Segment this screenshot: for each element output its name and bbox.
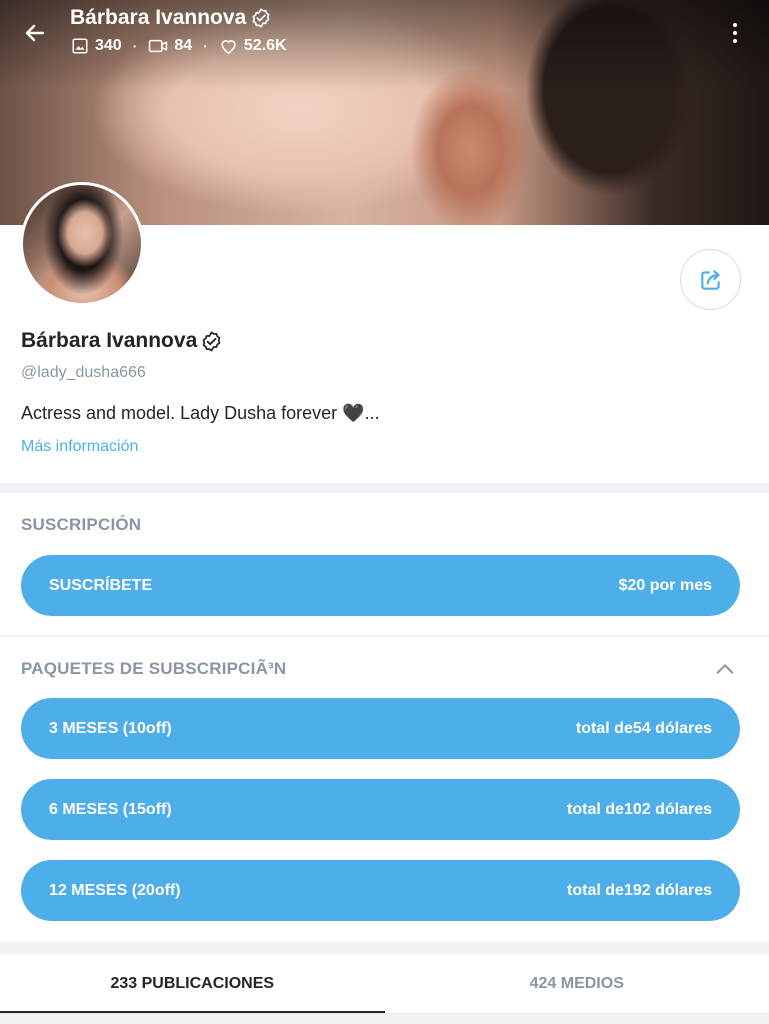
photos-stat: 340 bbox=[71, 37, 122, 55]
more-options-button[interactable] bbox=[725, 18, 745, 48]
more-vertical-icon bbox=[733, 23, 737, 43]
verified-icon bbox=[202, 331, 221, 351]
videos-stat: 84 bbox=[148, 37, 192, 55]
subscribe-price: $20 por mes bbox=[618, 576, 712, 594]
share-button[interactable] bbox=[680, 249, 741, 310]
tab-media[interactable]: 424 MEDIOS bbox=[385, 954, 769, 1014]
chevron-up-icon bbox=[716, 664, 734, 674]
video-icon bbox=[149, 39, 168, 53]
likes-count: 52.6K bbox=[243, 37, 287, 54]
bundle-label: 3 MESES (10off) bbox=[49, 719, 172, 737]
likes-stat: 52.6K bbox=[219, 37, 287, 55]
stat-separator: · bbox=[203, 38, 208, 54]
bundles-section: PAQUETES DE SUBSCRIPCIÃ³N 3 MESES (10off… bbox=[0, 637, 769, 942]
share-icon bbox=[700, 269, 720, 290]
avatar[interactable] bbox=[20, 182, 144, 306]
back-arrow-icon bbox=[25, 24, 45, 42]
profile-handle: @lady_dusha666 bbox=[21, 364, 146, 381]
bundle-label: 12 MESES (20off) bbox=[49, 881, 181, 899]
bundle-label: 6 MESES (15off) bbox=[49, 800, 172, 818]
stat-separator: · bbox=[132, 38, 138, 54]
tab-posts[interactable]: 233 PUBLICACIONES bbox=[0, 954, 385, 1014]
heart-icon bbox=[221, 40, 236, 54]
bundle-price: total de102 dólares bbox=[567, 800, 712, 818]
verified-icon bbox=[252, 8, 270, 28]
profile-tabs: 233 PUBLICACIONES 424 MEDIOS bbox=[0, 954, 769, 1014]
bundle-button-12-months[interactable]: 12 MESES (20off) total de192 dólares bbox=[21, 860, 740, 921]
header-stats: 340 · 84 · 52.6K bbox=[71, 37, 287, 55]
collapse-bundles-button[interactable] bbox=[711, 655, 739, 683]
bundle-price: total de192 dólares bbox=[567, 881, 712, 899]
header-title: Bárbara Ivannova bbox=[70, 6, 272, 30]
image-icon bbox=[72, 38, 88, 54]
profile-name: Bárbara Ivannova bbox=[21, 329, 223, 353]
subscribe-label: SUSCRÍBETE bbox=[49, 576, 153, 594]
bundles-title: PAQUETES DE SUBSCRIPCIÃ³N bbox=[21, 659, 287, 678]
profile-name-text: Bárbara Ivannova bbox=[21, 329, 198, 352]
bundle-button-3-months[interactable]: 3 MESES (10off) total de54 dólares bbox=[21, 698, 740, 759]
videos-count: 84 bbox=[174, 37, 193, 54]
back-button[interactable] bbox=[18, 16, 52, 50]
tabs-divider bbox=[0, 1013, 769, 1014]
profile-bio: Actress and model. Lady Dusha forever 🖤.… bbox=[21, 403, 380, 423]
photos-count: 340 bbox=[95, 37, 122, 54]
subscribe-button[interactable]: SUSCRÍBETE $20 por mes bbox=[21, 555, 740, 616]
more-info-link[interactable]: Más información bbox=[21, 438, 138, 456]
bundle-price: total de54 dólares bbox=[575, 719, 712, 737]
bundle-button-6-months[interactable]: 6 MESES (15off) total de102 dólares bbox=[21, 779, 740, 840]
subscription-section: SUSCRIPCIÓN SUSCRÍBETE $20 por mes bbox=[0, 493, 769, 635]
top-bar: Bárbara Ivannova 340 · 84 · 52.6K bbox=[0, 0, 769, 70]
header-name: Bárbara Ivannova bbox=[70, 6, 247, 29]
subscription-title: SUSCRIPCIÓN bbox=[21, 515, 142, 534]
